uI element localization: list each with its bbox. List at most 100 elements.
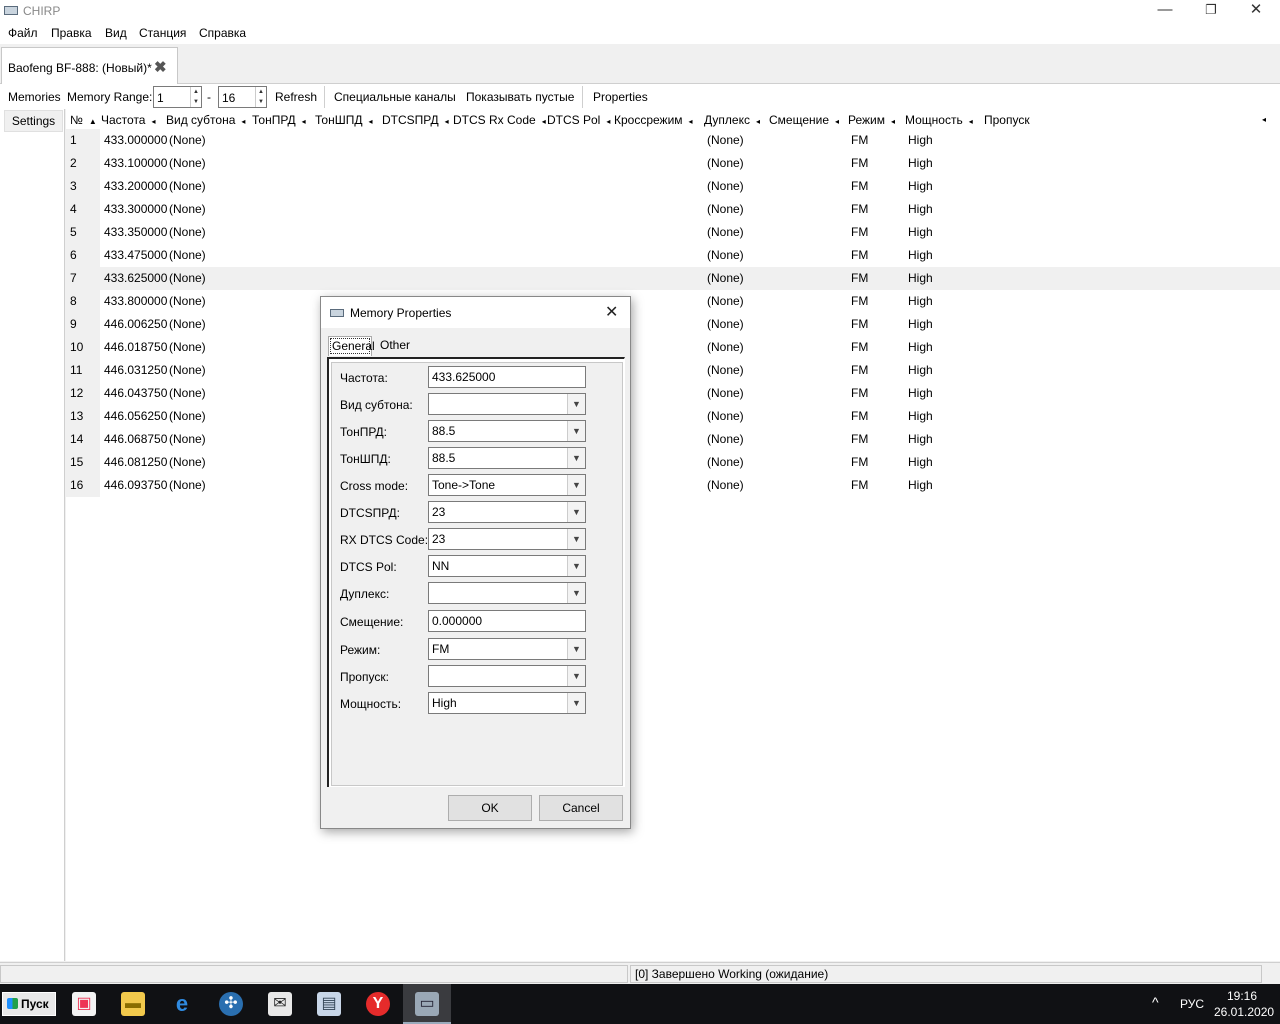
field-combo[interactable]: Tone->Tone ▼ — [428, 474, 586, 496]
table-row[interactable]: 14 446.068750 (None) (None) FM High — [66, 428, 1280, 451]
input-language[interactable]: РУС — [1180, 997, 1204, 1011]
col-header-power[interactable]: Мощность ◂ — [905, 113, 973, 127]
col-header-duplex[interactable]: Дуплекс ◂ — [704, 113, 760, 127]
menu-edit[interactable]: Правка — [51, 26, 92, 40]
ok-button[interactable]: OK — [448, 795, 532, 821]
table-row[interactable]: 16 446.093750 (None) (None) FM High — [66, 474, 1280, 497]
col-header-cross-mode[interactable]: Кроссрежим ◂ — [614, 113, 693, 127]
table-row[interactable]: 6 433.475000 (None) (None) FM High — [66, 244, 1280, 267]
spin-up-icon[interactable]: ▲ — [190, 87, 201, 97]
col-header-frequency[interactable]: Частота ◂ — [101, 113, 156, 127]
col-header-number[interactable]: № ▲ — [70, 113, 97, 127]
tray-clock[interactable]: 19:16 26.01.2020 — [1214, 988, 1274, 1020]
cancel-button[interactable]: Cancel — [539, 795, 623, 821]
col-header-skip[interactable]: Пропуск — [984, 113, 1030, 127]
field-text-input[interactable]: 433.625000 — [428, 366, 586, 388]
cell-mode: FM — [851, 248, 869, 262]
cell-tone-mode: (None) — [169, 294, 206, 308]
menu-view[interactable]: Вид — [105, 26, 127, 40]
table-row[interactable]: 13 446.056250 (None) (None) FM High — [66, 405, 1280, 428]
col-header-dtcs-pol[interactable]: DTCS Pol ◂ — [547, 113, 610, 127]
table-row[interactable]: 3 433.200000 (None) (None) FM High — [66, 175, 1280, 198]
chevron-down-icon[interactable]: ▼ — [567, 421, 585, 441]
col-header-tone[interactable]: ТонПРД ◂ — [252, 113, 306, 127]
field-combo[interactable]: FM ▼ — [428, 638, 586, 660]
menu-radio[interactable]: Станция — [139, 26, 186, 40]
field-combo[interactable]: ▼ — [428, 665, 586, 687]
table-row[interactable]: 10 446.018750 (None) (None) FM High — [66, 336, 1280, 359]
start-button[interactable]: Пуск — [2, 992, 56, 1016]
col-header-dtcs-rx[interactable]: DTCS Rx Code ◂ — [453, 113, 546, 127]
table-row[interactable]: 2 433.100000 (None) (None) FM High — [66, 152, 1280, 175]
tab-general[interactable]: General — [328, 336, 375, 356]
range-from-spinner[interactable]: 1 ▲ ▼ — [153, 86, 202, 108]
col-header-tone-mode[interactable]: Вид субтона ◂ — [166, 113, 245, 127]
field-combo[interactable]: 88.5 ▼ — [428, 420, 586, 442]
table-row[interactable]: 8 433.800000 (None) (None) FM High — [66, 290, 1280, 313]
properties-button[interactable]: Properties — [593, 90, 648, 104]
field-combo[interactable]: 23 ▼ — [428, 528, 586, 550]
yandex-browser-icon[interactable]: Y — [354, 984, 402, 1024]
table-row[interactable]: 9 446.006250 (None) (None) FM High — [66, 313, 1280, 336]
table-row[interactable]: 11 446.031250 (None) (None) FM High — [66, 359, 1280, 382]
network-app-icon[interactable]: ✣ — [207, 984, 255, 1024]
table-row[interactable]: 1 433.000000 (None) (None) FM High — [66, 129, 1280, 152]
close-button[interactable]: ✕ — [1233, 0, 1279, 22]
mail-icon[interactable]: ✉ — [256, 984, 304, 1024]
close-tab-icon[interactable]: ✖ — [154, 58, 167, 76]
spin-down-icon[interactable]: ▼ — [255, 97, 266, 107]
field-combo[interactable]: ▼ — [428, 582, 586, 604]
tray-overflow-icon[interactable]: ^ — [1152, 994, 1159, 1010]
chevron-down-icon[interactable]: ▼ — [567, 475, 585, 495]
col-header-tsql[interactable]: ТонШПД ◂ — [315, 113, 372, 127]
cell-power: High — [908, 248, 933, 262]
show-empty-button[interactable]: Показывать пустые — [466, 90, 574, 104]
edge-icon[interactable]: e — [158, 984, 206, 1024]
col-header-mode[interactable]: Режим ◂ — [848, 113, 895, 127]
chevron-down-icon[interactable]: ▼ — [567, 394, 585, 414]
chevron-down-icon[interactable]: ▼ — [567, 583, 585, 603]
table-row[interactable]: 12 446.043750 (None) (None) FM High — [66, 382, 1280, 405]
dialog-close-icon[interactable]: ✕ — [605, 302, 618, 322]
table-row[interactable]: 5 433.350000 (None) (None) FM High — [66, 221, 1280, 244]
restore-button[interactable]: ❐ — [1188, 0, 1234, 22]
minimize-button[interactable]: — — [1142, 0, 1188, 22]
chevron-down-icon[interactable]: ▼ — [567, 448, 585, 468]
col-header-offset[interactable]: Смещение ◂ — [769, 113, 839, 127]
document-tab[interactable]: Baofeng BF-888: (Новый)* ✖ — [1, 47, 178, 84]
column-arrow-icon[interactable]: ◂ — [1262, 115, 1266, 124]
chevron-down-icon[interactable]: ▼ — [567, 639, 585, 659]
field-combo[interactable]: NN ▼ — [428, 555, 586, 577]
spin-down-icon[interactable]: ▼ — [190, 97, 201, 107]
cell-tone-mode: (None) — [169, 317, 206, 331]
field-text-input[interactable]: 0.000000 — [428, 610, 586, 632]
cell-frequency: 446.068750 — [104, 432, 168, 446]
computer-icon[interactable]: ▤ — [305, 984, 353, 1024]
field-combo[interactable]: High ▼ — [428, 692, 586, 714]
file-explorer-icon[interactable]: ▬ — [109, 984, 157, 1024]
store-icon[interactable]: ▣ — [60, 984, 108, 1024]
settings-tab[interactable]: Settings — [4, 110, 63, 132]
cell-duplex: (None) — [707, 409, 744, 423]
spin-up-icon[interactable]: ▲ — [255, 87, 266, 97]
tab-other[interactable]: Other — [377, 336, 411, 356]
table-row[interactable]: 15 446.081250 (None) (None) FM High — [66, 451, 1280, 474]
special-channels-button[interactable]: Специальные каналы — [334, 90, 456, 104]
range-to-spinner[interactable]: 16 ▲ ▼ — [218, 86, 267, 108]
chirp-icon[interactable]: ▭ — [403, 984, 451, 1024]
table-row[interactable]: 4 433.300000 (None) (None) FM High — [66, 198, 1280, 221]
menu-file[interactable]: Файл — [8, 26, 38, 40]
chevron-down-icon[interactable]: ▼ — [567, 529, 585, 549]
cell-duplex: (None) — [707, 202, 744, 216]
field-combo[interactable]: ▼ — [428, 393, 586, 415]
chevron-down-icon[interactable]: ▼ — [567, 556, 585, 576]
chevron-down-icon[interactable]: ▼ — [567, 666, 585, 686]
chevron-down-icon[interactable]: ▼ — [567, 502, 585, 522]
chevron-down-icon[interactable]: ▼ — [567, 693, 585, 713]
field-combo[interactable]: 23 ▼ — [428, 501, 586, 523]
table-row[interactable]: 7 433.625000 (None) (None) FM High — [66, 267, 1280, 290]
menu-help[interactable]: Справка — [199, 26, 246, 40]
field-combo[interactable]: 88.5 ▼ — [428, 447, 586, 469]
refresh-button[interactable]: Refresh — [275, 90, 317, 104]
col-header-dtcs[interactable]: DTCSПРД ◂ — [382, 113, 449, 127]
